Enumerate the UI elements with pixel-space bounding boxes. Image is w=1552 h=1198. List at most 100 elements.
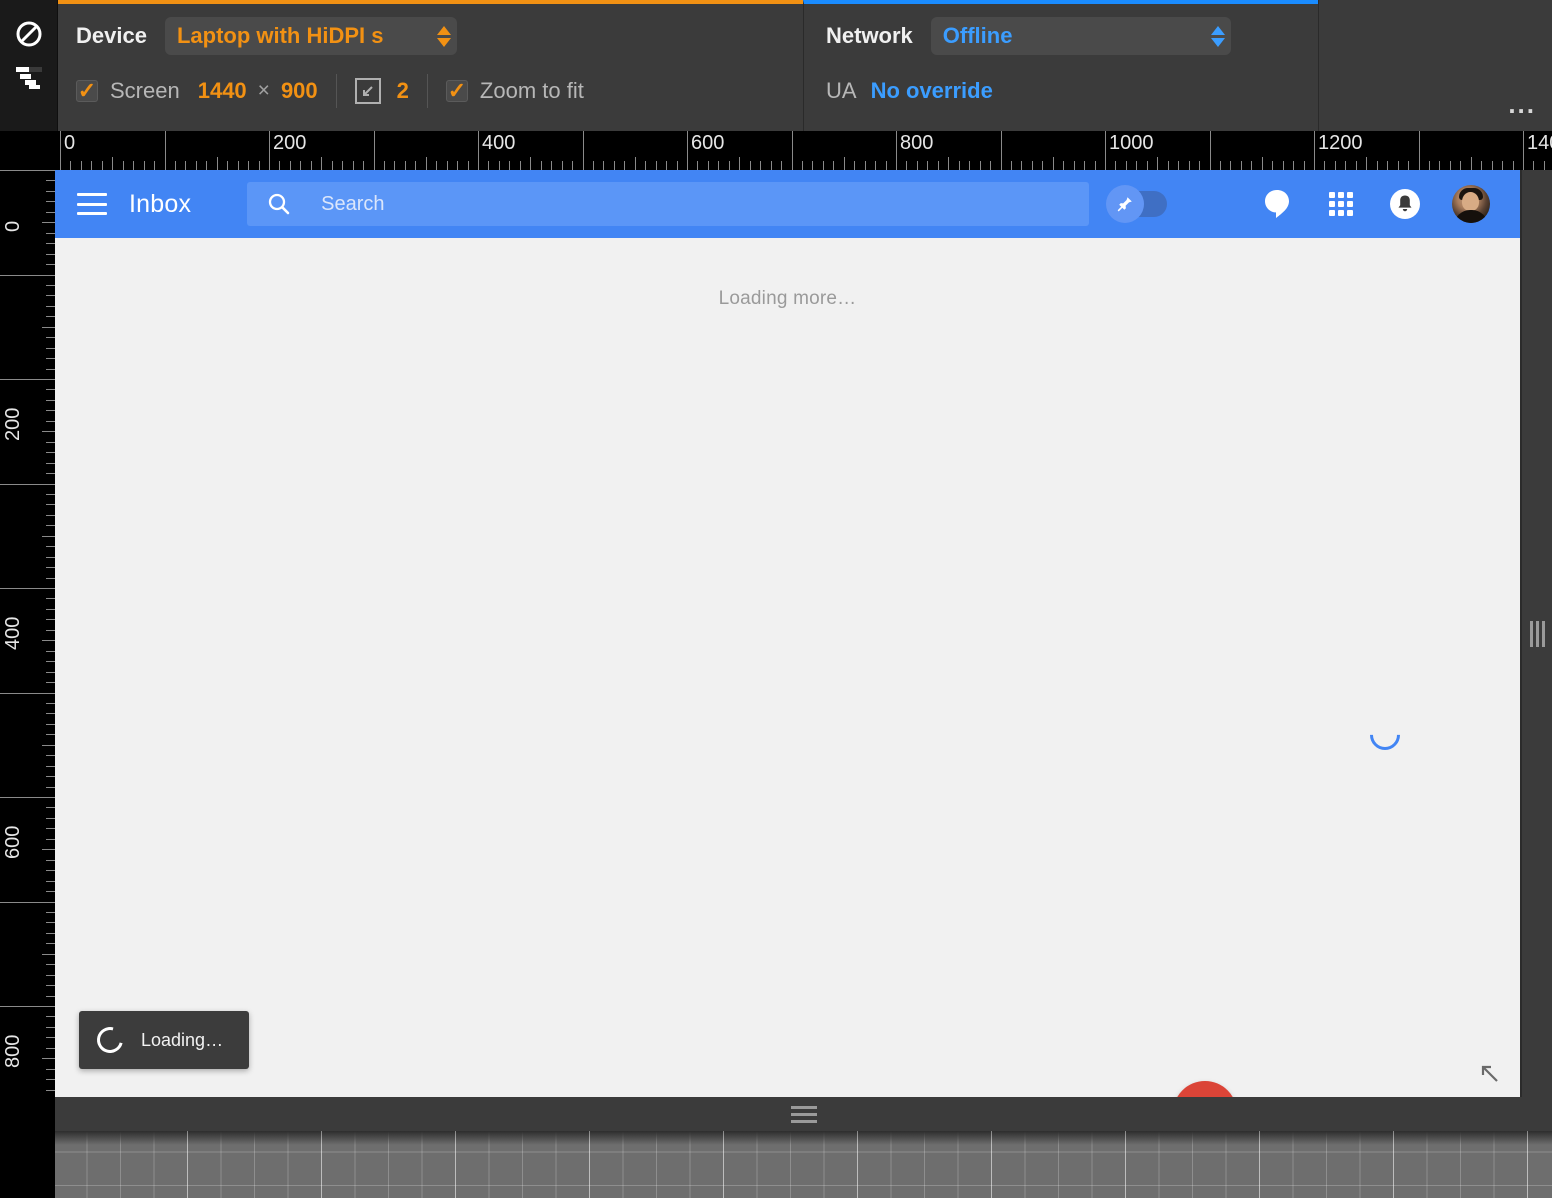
ruler-tick	[791, 131, 793, 170]
ruler-tick	[46, 410, 55, 412]
ruler-tick	[46, 1026, 55, 1028]
pin-toggle[interactable]	[1106, 185, 1168, 223]
hangouts-icon[interactable]	[1260, 187, 1294, 221]
ruler-label: 600	[2, 825, 24, 859]
ruler-tick	[446, 161, 448, 170]
ruler-tick	[46, 1079, 55, 1081]
vertical-ruler[interactable]: 02004006008001000	[0, 170, 55, 1130]
network-waterfall-icon[interactable]	[10, 56, 48, 100]
app-toolbar: Inbox Search	[55, 170, 1520, 238]
ruler-tick	[42, 431, 55, 433]
ruler-tick	[770, 161, 772, 170]
ruler-tick	[46, 190, 55, 192]
ruler-label: 200	[273, 132, 307, 154]
ruler-tick	[0, 274, 55, 276]
ruler-tick	[1293, 161, 1295, 170]
vertical-handle-bars-icon	[1529, 620, 1545, 647]
ruler-label: 400	[482, 132, 516, 154]
device-mode-grid-background	[55, 1131, 1552, 1198]
ruler-tick	[979, 161, 981, 170]
ruler-tick	[0, 379, 55, 380]
screen-checkbox[interactable]	[76, 80, 98, 102]
zoom-to-fit-checkbox[interactable]	[445, 80, 468, 102]
ruler-tick	[248, 161, 250, 170]
compose-fab-button[interactable]: +	[1173, 1081, 1237, 1097]
ruler-tick	[0, 1006, 55, 1007]
network-throttling-select[interactable]: Offline	[930, 17, 1231, 55]
ruler-tick	[46, 295, 55, 297]
notifications-bell-icon[interactable]	[1388, 187, 1422, 221]
ruler-tick	[1345, 161, 1347, 170]
ruler-tick	[46, 337, 55, 339]
screen-height-input[interactable]: 900	[281, 78, 318, 104]
ruler-tick	[1094, 161, 1096, 170]
ruler-tick	[0, 797, 55, 798]
clear-console-icon[interactable]	[10, 12, 48, 56]
search-input[interactable]: Search	[247, 182, 1090, 226]
ruler-tick	[342, 161, 344, 170]
ruler-tick	[279, 161, 281, 170]
ruler-tick	[1157, 157, 1159, 170]
ruler-tick	[498, 161, 500, 170]
search-placeholder: Search	[321, 192, 385, 215]
ruler-tick	[42, 326, 55, 328]
ruler-tick	[1334, 161, 1336, 170]
ruler-tick	[42, 535, 55, 537]
ruler-tick	[216, 157, 218, 170]
ruler-tick	[624, 161, 626, 170]
device-pixel-ratio-icon	[354, 78, 381, 104]
user-agent-value[interactable]: No override	[871, 78, 993, 104]
ruler-tick	[46, 462, 55, 464]
ruler-tick	[1355, 161, 1357, 170]
horizontal-resize-handle[interactable]	[55, 1097, 1552, 1131]
ruler-tick	[592, 161, 594, 170]
ruler-tick	[833, 161, 835, 170]
ruler-tick	[46, 911, 55, 913]
ruler-tick	[1366, 157, 1368, 170]
device-viewport: Inbox Search Loading more… Loading…	[55, 170, 1520, 1097]
ruler-tick	[676, 161, 678, 170]
screen-width-input[interactable]: 1440	[198, 78, 247, 104]
apps-grid-icon[interactable]	[1324, 187, 1358, 221]
ruler-tick	[801, 161, 803, 170]
ruler-tick	[1209, 131, 1211, 170]
ruler-tick	[0, 170, 55, 171]
ruler-tick	[46, 504, 55, 506]
ruler-tick	[1439, 161, 1441, 170]
screen-label: Screen	[110, 78, 180, 103]
device-pixel-ratio-input[interactable]: 2	[397, 78, 409, 104]
ruler-tick	[258, 161, 260, 170]
ruler-tick	[46, 838, 55, 840]
ruler-tick	[603, 161, 605, 170]
ruler-tick	[227, 161, 229, 170]
ruler-tick	[383, 161, 385, 170]
ruler-label: 800	[900, 132, 934, 154]
ruler-tick	[509, 161, 511, 170]
ruler-tick	[425, 157, 427, 170]
ruler-tick	[46, 452, 55, 454]
horizontal-ruler[interactable]: 0 200 400 600 800 1000 1200 1400	[55, 131, 1552, 170]
ruler-tick	[812, 161, 814, 170]
ruler-tick	[42, 744, 55, 746]
ruler-tick	[718, 161, 720, 170]
ruler-tick	[269, 131, 270, 170]
ruler-tick	[46, 284, 55, 286]
ruler-tick	[46, 347, 55, 349]
ruler-tick	[46, 493, 55, 495]
ruler-tick	[896, 131, 897, 170]
ruler-tick	[1230, 161, 1232, 170]
ruler-tick	[91, 161, 93, 170]
more-options-icon[interactable]: ...	[1508, 91, 1536, 117]
ruler-tick	[46, 567, 55, 569]
ruler-tick	[206, 161, 208, 170]
hamburger-menu-icon[interactable]	[77, 193, 107, 215]
resize-handle-icon[interactable]	[1478, 1062, 1500, 1089]
avatar[interactable]	[1452, 185, 1490, 223]
ruler-tick	[195, 161, 197, 170]
ruler-tick	[436, 161, 438, 170]
device-select[interactable]: Laptop with HiDPI s	[164, 17, 457, 55]
ruler-tick	[46, 577, 55, 579]
ruler-tick	[707, 161, 709, 170]
vertical-resize-handle[interactable]	[1522, 170, 1552, 1097]
ruler-tick	[46, 807, 55, 809]
